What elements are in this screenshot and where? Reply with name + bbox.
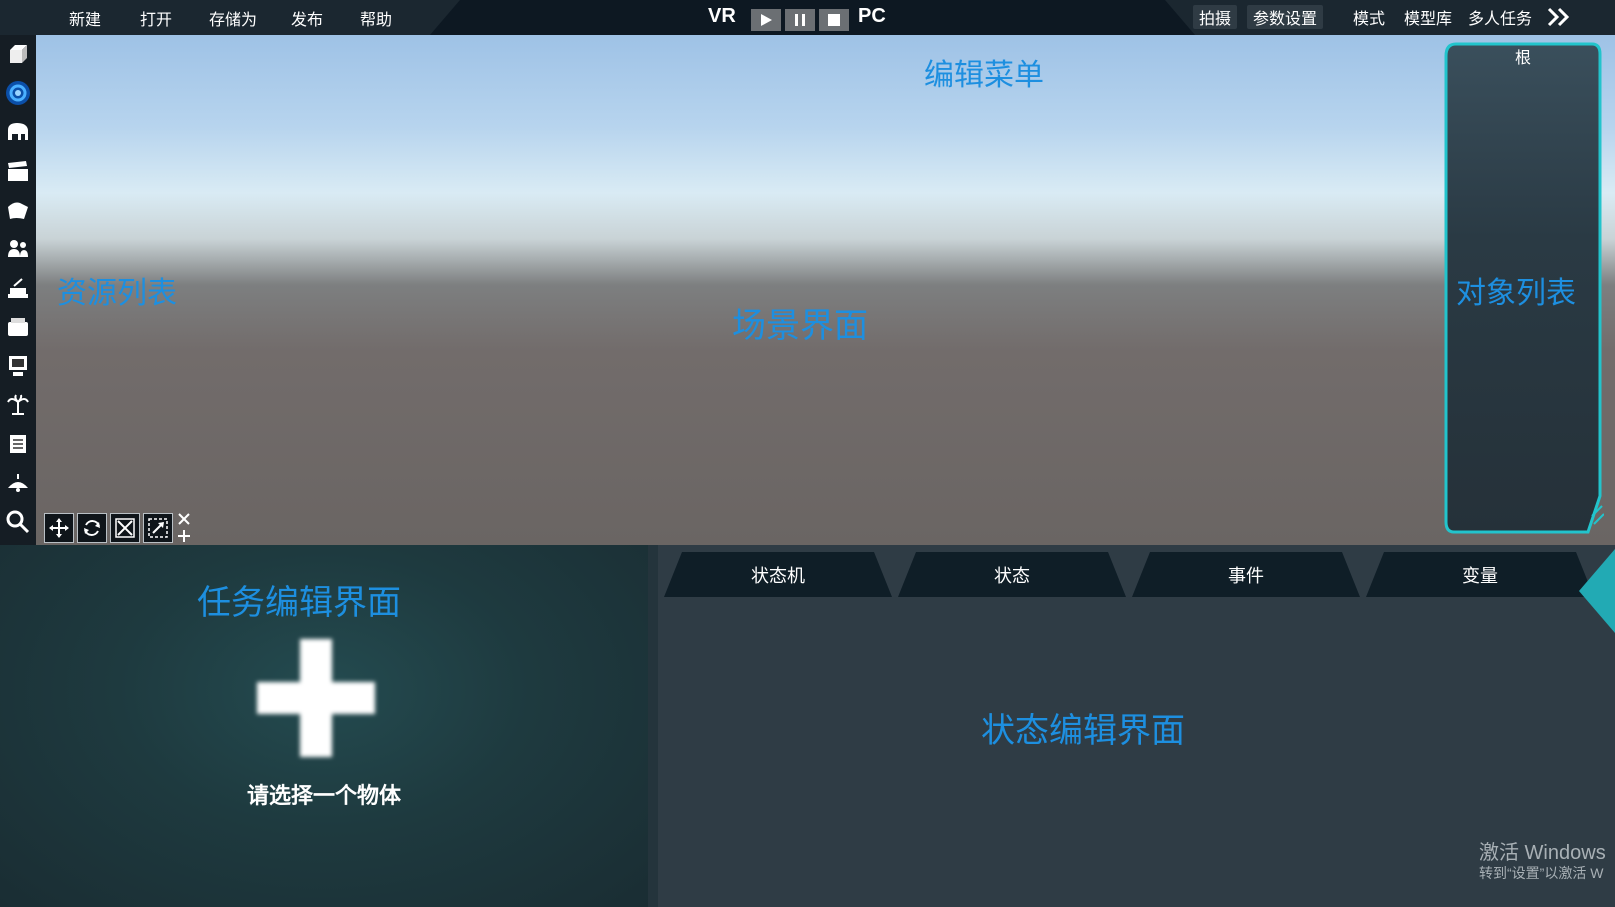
- select-object-hint: 请选择一个物体: [246, 784, 401, 809]
- search-tool-button[interactable]: [3, 507, 33, 537]
- animation-tool-button[interactable]: [3, 156, 33, 186]
- pc-mode-button[interactable]: PC: [858, 5, 886, 28]
- capture-button[interactable]: 拍摄: [1193, 5, 1238, 29]
- stop-button[interactable]: [819, 9, 849, 31]
- scale-icon: [115, 518, 135, 538]
- character-tool-button[interactable]: [3, 234, 33, 264]
- activation-watermark-subtitle: 转到“设置”以激活 W: [1479, 865, 1604, 881]
- rect-transform-icon: [148, 518, 168, 538]
- rotate-tool-button[interactable]: [77, 513, 107, 543]
- tab-event[interactable]: 事件: [1132, 552, 1360, 597]
- menu-open[interactable]: 打开: [140, 6, 172, 30]
- printer-tool-button[interactable]: [3, 312, 33, 342]
- globe-icon: [6, 81, 30, 105]
- combined-tool-button[interactable]: [176, 513, 192, 543]
- object-list-panel[interactable]: 根 对象列表: [1442, 40, 1604, 538]
- play-button[interactable]: [751, 9, 781, 31]
- task-editor-annotation: 任务编辑界面: [197, 583, 401, 623]
- task-editor-panel: 任务编辑界面 请选择一个物体: [0, 545, 648, 907]
- root-node-label[interactable]: 根: [1442, 44, 1604, 68]
- menu-new[interactable]: 新建: [69, 6, 101, 30]
- light-tool-button[interactable]: [3, 468, 33, 498]
- resource-toolbar: [0, 35, 36, 545]
- panel-divider[interactable]: [648, 545, 658, 907]
- menu-save-as[interactable]: 存储为: [209, 6, 257, 30]
- scene-view-annotation: 场景界面: [732, 306, 868, 346]
- mode-button[interactable]: 模式: [1347, 5, 1391, 29]
- printer-icon: [8, 318, 28, 336]
- globe-tool-button[interactable]: [3, 78, 33, 108]
- menu-help[interactable]: 帮助: [360, 6, 392, 30]
- scale-tool-button[interactable]: [110, 513, 140, 543]
- device-tool-button[interactable]: [3, 351, 33, 381]
- edit-menu-annotation: 编辑菜单: [924, 58, 1044, 93]
- model-library-button[interactable]: 模型库: [1398, 5, 1458, 29]
- close-small-icon: [178, 513, 190, 525]
- collapse-arrow-icon[interactable]: [1579, 549, 1615, 633]
- plant-tool-button[interactable]: [3, 390, 33, 420]
- stop-icon: [828, 14, 840, 26]
- animal-tool-button[interactable]: [3, 117, 33, 147]
- tab-state[interactable]: 状态: [898, 552, 1126, 597]
- transform-toolbar: [44, 513, 192, 545]
- state-editor-annotation: 状态编辑界面: [981, 711, 1185, 751]
- top-menu-bar: 新建 打开 存储为 发布 帮助 VR PC 拍摄 参数设置 模式 模型库 多人任…: [0, 0, 1615, 35]
- desk-lamp-icon: [8, 278, 28, 298]
- scene-viewport[interactable]: [36, 35, 1615, 545]
- book-icon: [10, 435, 26, 453]
- ceiling-lamp-icon: [8, 474, 28, 492]
- double-chevron-right-icon[interactable]: [1546, 7, 1572, 27]
- resource-list-annotation: 资源列表: [57, 276, 177, 311]
- cloth-icon: [8, 202, 28, 219]
- vr-mode-button[interactable]: VR: [708, 5, 736, 28]
- people-icon: [8, 240, 28, 257]
- move-tool-button[interactable]: [44, 513, 74, 543]
- pause-button[interactable]: [785, 9, 815, 31]
- activation-watermark-title: 激活 Windows: [1479, 842, 1606, 864]
- cube-icon: [10, 45, 27, 63]
- clapper-icon: [8, 161, 28, 181]
- palm-tree-icon: [7, 394, 29, 415]
- tab-variable[interactable]: 变量: [1366, 552, 1594, 597]
- tab-state-machine[interactable]: 状态机: [664, 552, 892, 597]
- lamp-tool-button[interactable]: [3, 273, 33, 303]
- document-tool-button[interactable]: [3, 429, 33, 459]
- material-tool-button[interactable]: [3, 195, 33, 225]
- add-task-button[interactable]: [251, 633, 381, 763]
- rotate-icon: [84, 520, 100, 536]
- multi-task-button[interactable]: 多人任务: [1462, 5, 1538, 29]
- params-button[interactable]: 参数设置: [1247, 5, 1324, 29]
- move-icon: [49, 518, 69, 538]
- object-list-annotation: 对象列表: [1456, 276, 1576, 311]
- move-small-icon: [178, 530, 190, 542]
- pause-icon: [795, 14, 805, 26]
- rect-tool-button[interactable]: [143, 513, 173, 543]
- monitor-icon: [9, 356, 27, 376]
- menu-publish[interactable]: 发布: [291, 6, 323, 30]
- play-icon: [761, 14, 772, 26]
- state-editor-panel: 状态机 状态 事件 变量 状态编辑界面: [658, 545, 1615, 907]
- search-icon: [6, 510, 30, 534]
- cube-tool-button[interactable]: [3, 39, 33, 69]
- elephant-icon: [8, 123, 28, 140]
